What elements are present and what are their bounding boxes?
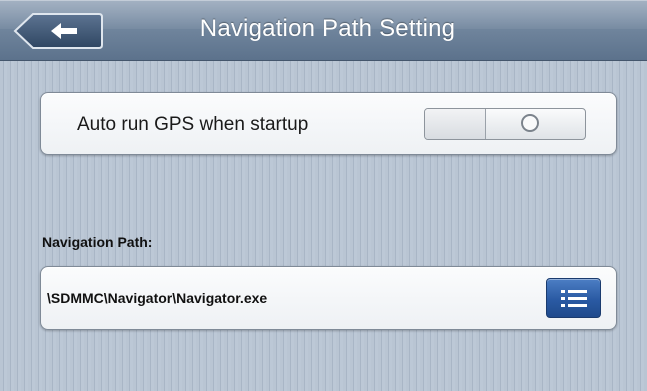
auto-run-gps-label: Auto run GPS when startup — [77, 114, 309, 135]
back-button[interactable] — [13, 13, 103, 49]
list-icon — [561, 290, 587, 307]
navigation-path-heading: Navigation Path: — [42, 234, 153, 250]
toggle-thumb — [425, 109, 486, 139]
navigation-path-value: \SDMMC\Navigator\Navigator.exe — [47, 290, 268, 306]
back-arrow-icon — [13, 13, 103, 49]
gps-setting-panel: Auto run GPS when startup — [40, 92, 617, 155]
circle-off-icon — [521, 114, 539, 132]
browse-path-button[interactable] — [546, 278, 601, 318]
auto-run-gps-toggle[interactable] — [424, 108, 586, 140]
navigation-path-panel: \SDMMC\Navigator\Navigator.exe — [40, 266, 617, 330]
title-bar: Navigation Path Setting — [0, 0, 647, 61]
